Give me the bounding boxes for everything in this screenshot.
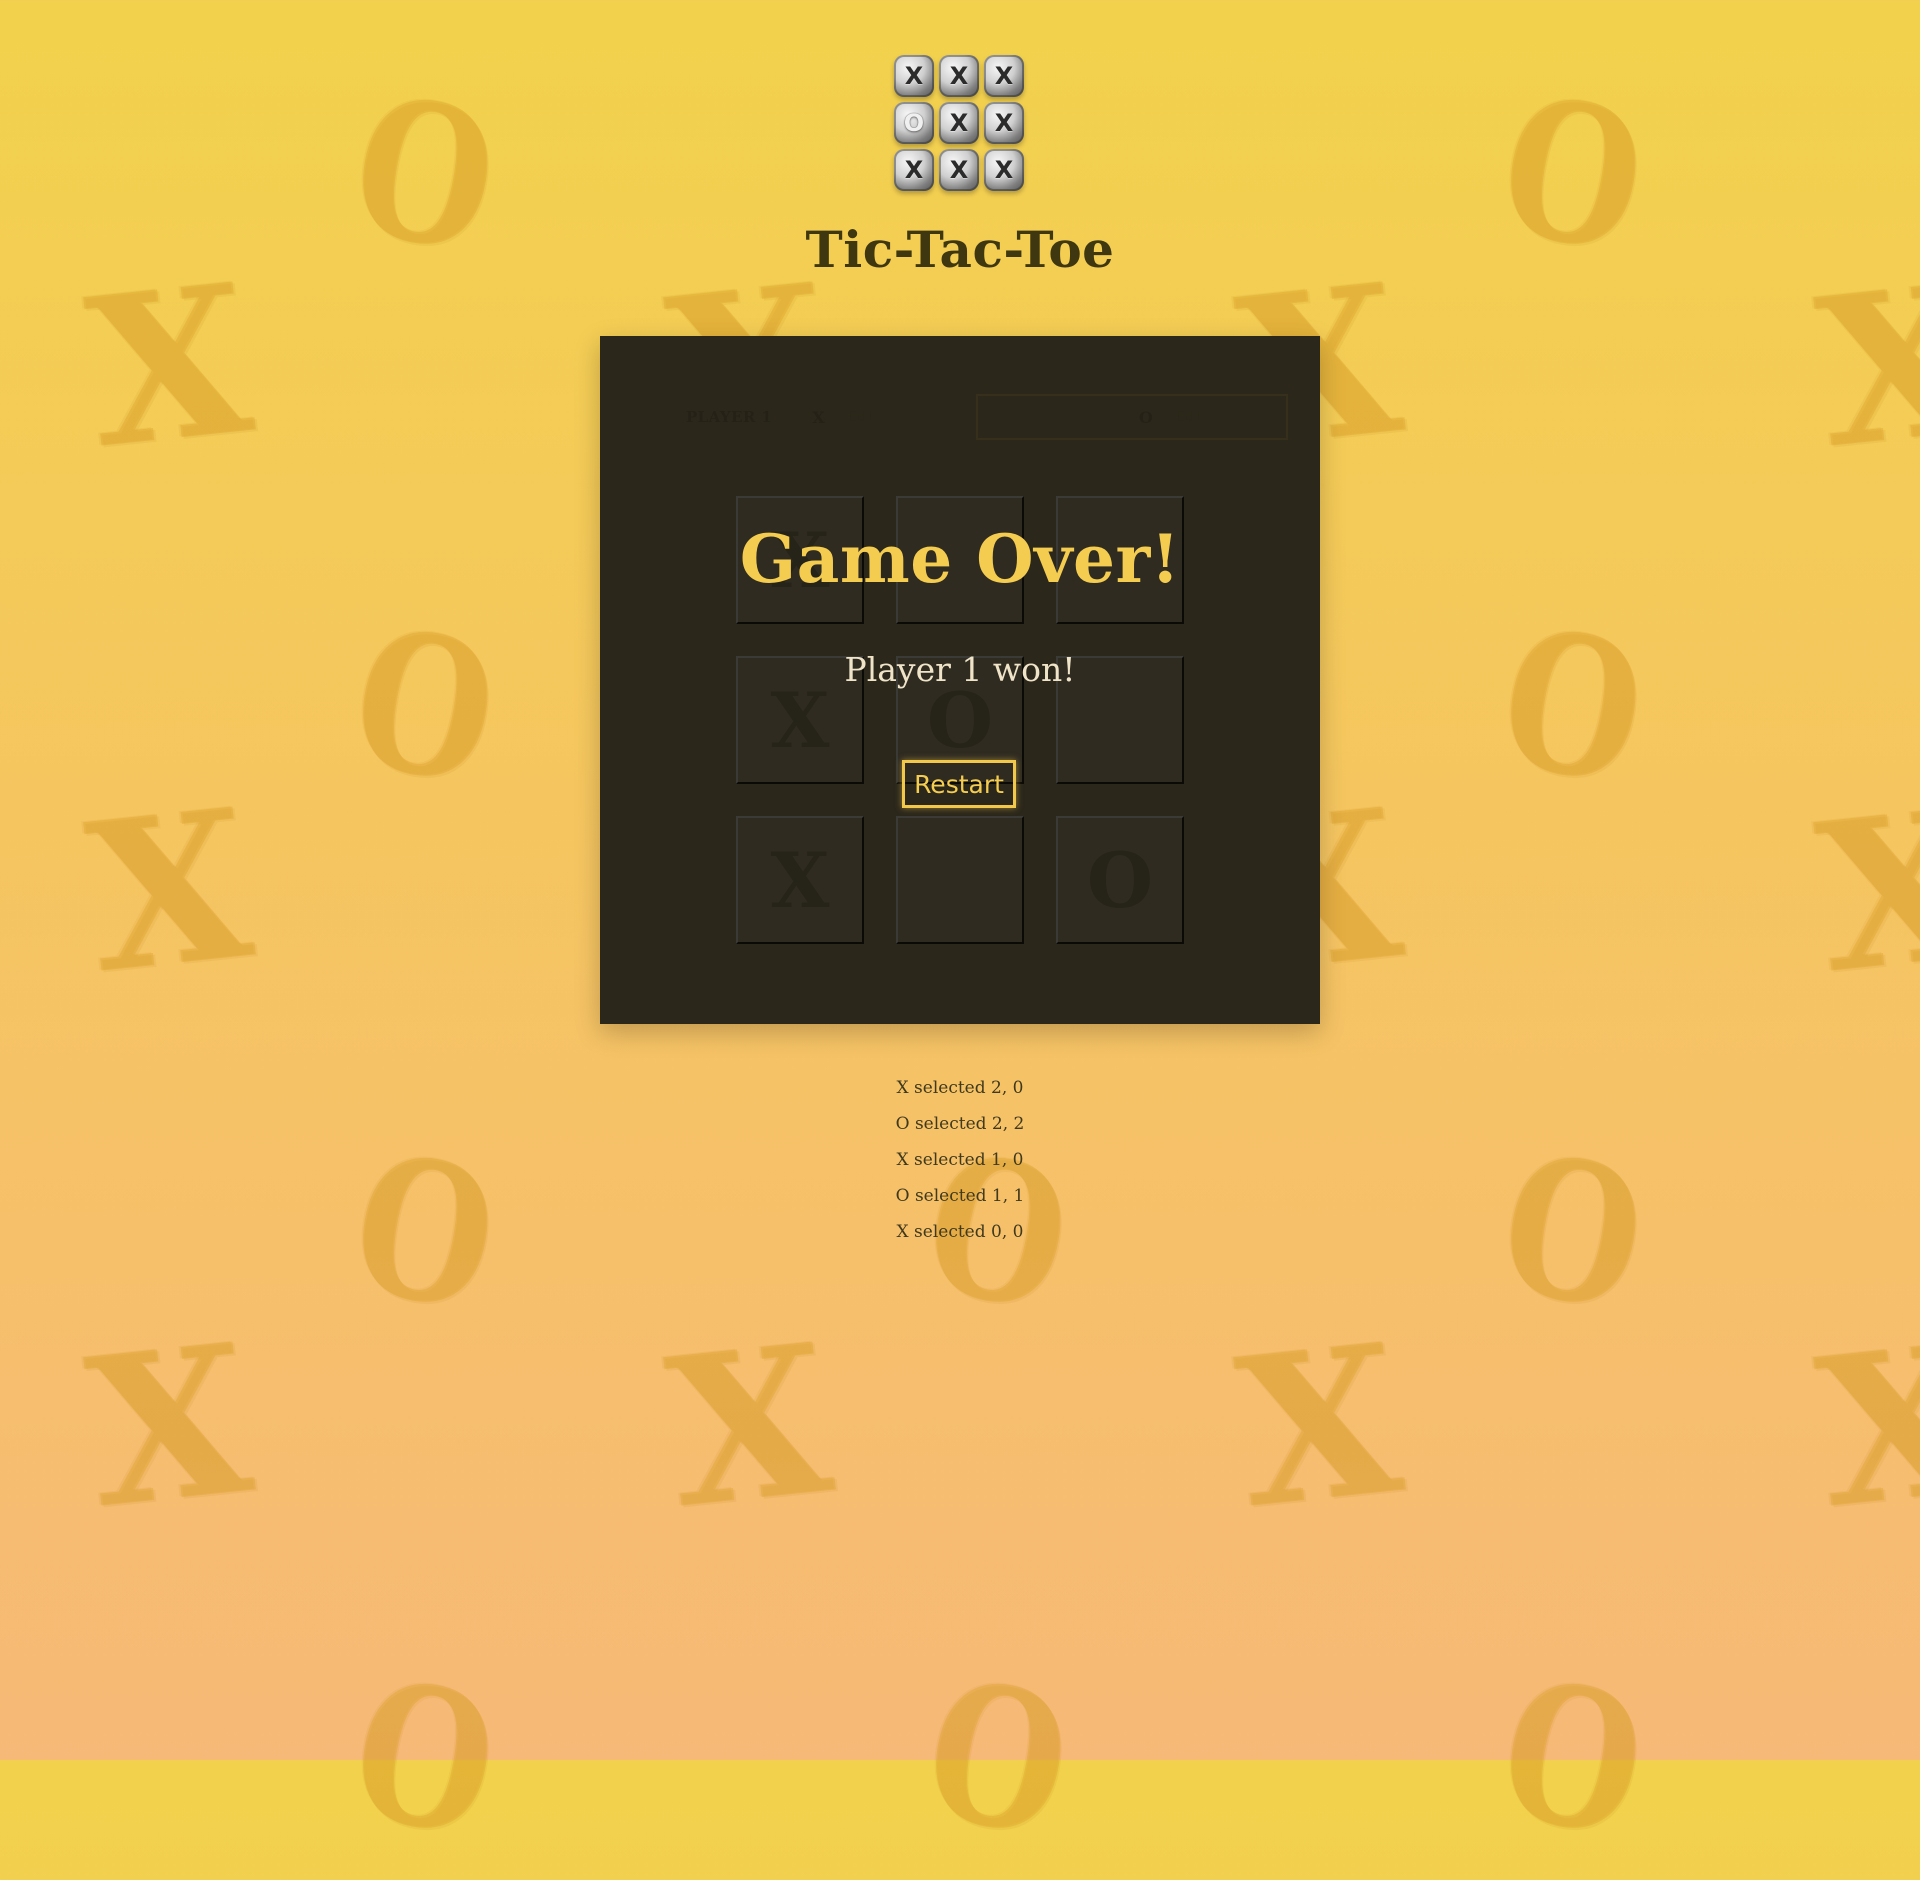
log-entry: O selected 1, 1: [895, 1186, 1025, 1206]
log-entry: X selected 2, 0: [896, 1078, 1024, 1098]
background-o-icon: O: [338, 1110, 512, 1355]
logo-tile: X: [894, 149, 934, 191]
background-x-icon: X: [77, 1299, 262, 1555]
logo-tile: O: [894, 102, 934, 144]
restart-button[interactable]: Restart: [902, 760, 1016, 808]
background-x-icon: X: [1807, 239, 1920, 495]
tic-tac-toe-logo-icon: X X X O X X X X X: [894, 55, 1024, 195]
move-log: X selected 2, 0 O selected 2, 2 X select…: [760, 1070, 1160, 1250]
logo-tile: X: [939, 149, 979, 191]
game-over-modal: Game Over! Player 1 won! Restart: [600, 336, 1320, 1024]
background-o-icon: O: [338, 1636, 512, 1880]
game-over-title: Game Over!: [739, 520, 1181, 598]
background-x-icon: X: [1807, 764, 1920, 1020]
game-panel: PLAYER 1 X Edit O Edit X X O X O Game Ov…: [600, 336, 1320, 1024]
log-entry: O selected 2, 2: [895, 1114, 1025, 1134]
log-entry: X selected 1, 0: [896, 1150, 1024, 1170]
log-entry: X selected 0, 0: [896, 1222, 1024, 1242]
background-o-icon: O: [911, 1636, 1085, 1880]
background-o-icon: O: [1486, 584, 1660, 829]
logo-tile: X: [984, 102, 1024, 144]
logo-tile: X: [984, 149, 1024, 191]
logo-grid: X X X O X X X X X: [894, 55, 1024, 191]
page-title: Tic-Tac-Toe: [805, 220, 1115, 279]
logo-tile: X: [894, 55, 934, 97]
background-o-icon: O: [1486, 1110, 1660, 1355]
background-x-icon: X: [657, 1299, 842, 1555]
logo-tile: X: [939, 102, 979, 144]
background-o-icon: O: [1486, 1636, 1660, 1880]
winner-message: Player 1 won!: [844, 650, 1076, 689]
logo-tile: X: [939, 55, 979, 97]
background-o-icon: O: [338, 584, 512, 829]
background-x-icon: X: [77, 764, 262, 1020]
background-x-icon: X: [1227, 1299, 1412, 1555]
background-x-icon: X: [1807, 1299, 1920, 1555]
background-x-icon: X: [77, 239, 262, 495]
logo-tile: X: [984, 55, 1024, 97]
